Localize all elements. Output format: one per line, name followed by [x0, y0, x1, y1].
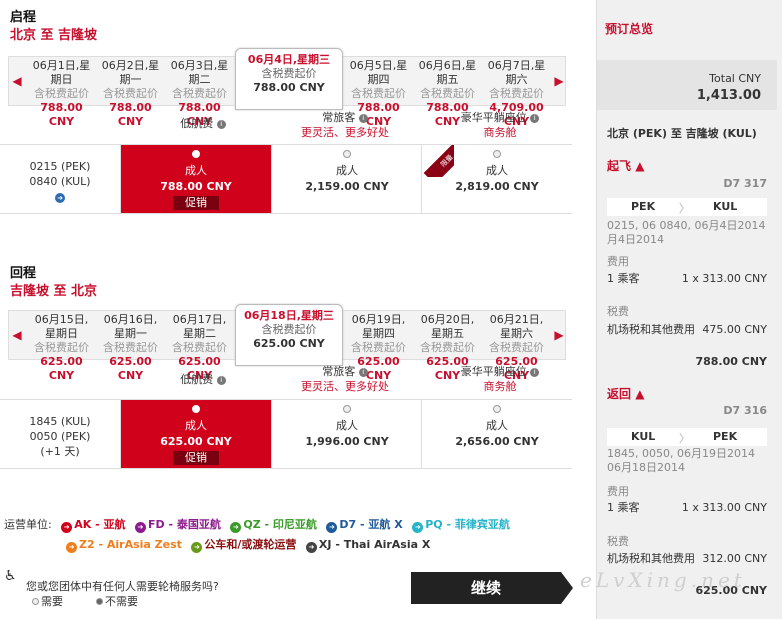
- return-airports: KUL 〉 PEK: [607, 428, 767, 446]
- promo-badge: 促销: [173, 451, 219, 465]
- wheelchair-yes-option[interactable]: 需要: [32, 593, 63, 609]
- tax-value: 312.00 CNY: [702, 552, 767, 565]
- airline-ak-icon: ➜: [61, 522, 73, 533]
- selected-date-tab[interactable]: 06月18日,星期三 含税费起价 625.00 CNY: [235, 304, 343, 366]
- return-flight-row: 1845 (KUL) 0050 (PEK) (+1 天) 成人 625.00 C…: [0, 399, 572, 469]
- prev-dates-arrow-icon[interactable]: ◀: [9, 61, 25, 101]
- info-icon[interactable]: i: [530, 113, 540, 123]
- fare-regular-option[interactable]: 成人 1,996.00 CNY: [271, 400, 422, 468]
- fare-radio[interactable]: [343, 405, 351, 413]
- summary-title: 预订总览: [605, 22, 654, 36]
- regular-fare-label: 常旅客 i 更灵活、更多好处: [301, 365, 389, 393]
- tax-label: 税费: [607, 535, 629, 548]
- return-heading: 回程: [10, 266, 37, 281]
- return-date: 06月18日2014: [607, 461, 685, 474]
- operators-legend: 运营单位: ➜ AK - 亚航 ➜ FD - 泰国亚航 ➜ QZ - 印尼亚航 ➜ D7…: [4, 518, 510, 553]
- info-icon[interactable]: i: [358, 367, 368, 377]
- arrival-time: 0050 (PEK): [29, 430, 91, 443]
- regular-fare-label: 常旅客 i 更灵活、更多好处: [301, 111, 389, 139]
- tax-value: 475.00 CNY: [702, 323, 767, 336]
- depart-airports: PEK 〉 KUL: [607, 198, 767, 216]
- airline-pq-icon: ➜: [412, 522, 424, 533]
- premium-fare-label: 豪华平躺座位 i 商务舱: [440, 364, 560, 394]
- watermark: eLvXing.net: [580, 568, 746, 592]
- airline-qz-icon: ➜: [230, 522, 242, 533]
- date-tab[interactable]: 06月2日,星 期一 含税费起价 788.00 CNY: [96, 59, 165, 129]
- date-tab[interactable]: 06月1日,星 期日 含税费起价 788.00 CNY: [27, 59, 96, 129]
- departure-time: 1845 (KUL): [29, 415, 91, 428]
- fare-radio[interactable]: [493, 150, 501, 158]
- limited-corner-tag: 限量: [422, 145, 454, 177]
- total-label: Total CNY: [709, 72, 761, 85]
- prev-dates-arrow-icon[interactable]: ◀: [9, 315, 25, 355]
- continue-button[interactable]: 继续: [411, 572, 573, 604]
- next-dates-arrow-icon[interactable]: ▶: [551, 61, 567, 101]
- date-tab[interactable]: 06月16日, 星期一 含税费起价 625.00 CNY: [96, 313, 165, 383]
- caret-up-icon: ▲: [635, 387, 645, 401]
- flight-selection: 启程 北京 至 吉隆坡 ◀ 06月1日,星 期日 含税费起价 788.00 CNY 0…: [0, 0, 590, 619]
- fare-regular-option[interactable]: 成人 2,159.00 CNY: [271, 145, 422, 213]
- fee-label: 费用: [607, 485, 629, 498]
- wheelchair-no-option[interactable]: 不需要: [96, 593, 138, 609]
- fare-radio[interactable]: [343, 150, 351, 158]
- total-amount: 1,413.00: [696, 88, 761, 103]
- radio-no[interactable]: [96, 598, 103, 605]
- return-label[interactable]: 返回 ▲: [607, 386, 767, 402]
- airline-fd-icon: ➜: [134, 522, 146, 533]
- next-day-note: (+1 天): [40, 445, 80, 458]
- return-route: 吉隆坡 至 北京: [10, 284, 98, 299]
- tax-label: 税费: [607, 305, 629, 318]
- fare-radio[interactable]: [192, 150, 200, 158]
- flight-times: 1845 (KUL) 0050 (PEK) (+1 天): [0, 400, 120, 468]
- arrival-time: 0840 (KUL): [29, 175, 91, 188]
- flight-times: 0215 (PEK) 0840 (KUL) ➜: [0, 145, 120, 213]
- bus-ferry-icon: ➜: [191, 542, 203, 553]
- outbound-route: 北京 至 吉隆坡: [10, 28, 98, 43]
- fare-premium-option[interactable]: 成人 2,656.00 CNY: [421, 400, 572, 468]
- next-dates-arrow-icon[interactable]: ▶: [551, 315, 567, 355]
- airline-z2-icon: ➜: [66, 542, 77, 553]
- caret-up-icon: ▲: [635, 159, 645, 173]
- depart-label[interactable]: 起飞 ▲: [607, 158, 767, 174]
- low-fare-label: 低航费 i: [158, 372, 248, 387]
- low-fare-label: 低航费 i: [158, 116, 248, 131]
- wheelchair-icon: ♿: [4, 568, 17, 584]
- booking-summary: 预订总览 Total CNY 1,413.00 北京 (PEK) 至 吉隆坡 (…: [596, 0, 782, 619]
- return-flight-no: D7 316: [723, 404, 767, 417]
- wheelchair-question: 您或您团体中有任何人需要轮椅服务吗?: [26, 580, 219, 593]
- date-tab[interactable]: 06月15日, 星期日 含税费起价 625.00 CNY: [27, 313, 96, 383]
- depart-subtotal: 788.00 CNY: [695, 355, 767, 368]
- fare-radio[interactable]: [493, 405, 501, 413]
- operators-label: 运营单位:: [4, 518, 52, 531]
- radio-yes[interactable]: [32, 598, 39, 605]
- info-icon[interactable]: i: [216, 375, 226, 385]
- airline-d7-icon: ➜: [326, 522, 338, 533]
- total-box: Total CNY 1,413.00: [597, 60, 777, 110]
- info-icon[interactable]: i: [530, 367, 540, 377]
- fare-low-option[interactable]: 成人 625.00 CNY 促销: [120, 400, 271, 468]
- fee-label: 费用: [607, 255, 629, 268]
- fare-radio[interactable]: [192, 405, 200, 413]
- promo-badge: 促销: [173, 196, 219, 210]
- summary-route: 北京 (PEK) 至 吉隆坡 (KUL): [607, 127, 757, 140]
- info-icon[interactable]: i: [358, 113, 368, 123]
- premium-fare-label: 豪华平躺座位 i 商务舱: [440, 110, 560, 140]
- airline-xj-icon: ➜: [305, 542, 317, 553]
- outbound-heading: 启程: [10, 10, 37, 25]
- outbound-flight-row: 0215 (PEK) 0840 (KUL) ➜ 成人 788.00 CNY 促销…: [0, 144, 572, 214]
- depart-date: 月4日2014: [607, 233, 664, 246]
- pax-line: 1 乘客 1 x 313.00 CNY: [607, 272, 767, 285]
- selected-date-tab[interactable]: 06月4日,星期三 含税费起价 788.00 CNY: [235, 48, 343, 110]
- info-icon[interactable]: i: [216, 119, 226, 129]
- depart-flight-no: D7 317: [723, 177, 767, 190]
- departure-time: 0215 (PEK): [29, 160, 91, 173]
- pax-line: 1 乘客 1 x 313.00 CNY: [607, 501, 767, 514]
- fare-low-option[interactable]: 成人 788.00 CNY 促销: [120, 145, 271, 213]
- fare-premium-option[interactable]: 限量 成人 2,819.00 CNY: [421, 145, 572, 213]
- flight-details-icon[interactable]: ➜: [55, 193, 65, 203]
